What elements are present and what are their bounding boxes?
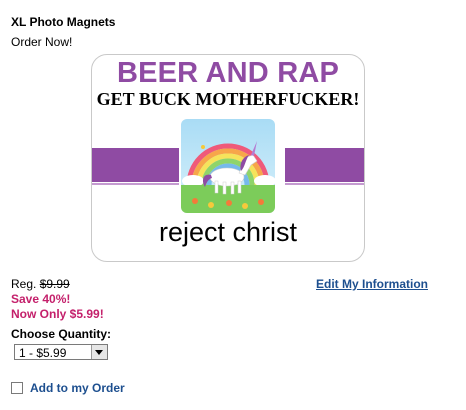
magnet-headline: BEER AND RAP	[116, 57, 340, 89]
magnet-preview: BEER AND RAP GET BUCK MOTHERFUCKER! reje…	[91, 54, 365, 262]
quantity-select[interactable]: 1 - $5.99	[14, 344, 108, 360]
quantity-label: Choose Quantity:	[11, 327, 112, 341]
reg-price-strike: $9.99	[39, 277, 70, 291]
chevron-down-icon[interactable]	[91, 345, 107, 359]
magnet-caption: reject christ	[158, 217, 298, 247]
reg-prefix: Reg.	[11, 277, 37, 291]
product-title: XL Photo Magnets	[11, 15, 116, 29]
add-to-order-label[interactable]: Add to my Order	[30, 381, 125, 395]
purple-band-left	[92, 148, 179, 185]
quantity-selected-value: 1 - $5.99	[19, 346, 67, 360]
regular-price: Reg. $9.99	[11, 277, 70, 291]
save-percent: Save 40%!	[11, 292, 71, 306]
add-to-order-checkbox[interactable]	[11, 382, 23, 394]
magnet-subheadline: GET BUCK MOTHERFUCKER!	[96, 89, 360, 109]
sale-price: Now Only $5.99!	[11, 307, 104, 321]
purple-band-right	[285, 148, 364, 185]
edit-information-link[interactable]: Edit My Information	[316, 277, 428, 291]
unicorn-rainbow-image	[181, 119, 275, 213]
order-now-text: Order Now!	[11, 35, 73, 49]
